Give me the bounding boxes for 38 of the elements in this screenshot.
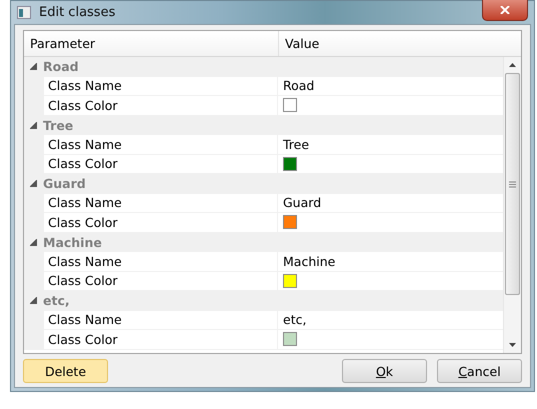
color-swatch[interactable] (283, 98, 297, 112)
window-title: Edit classes (39, 5, 116, 20)
expand-icon[interactable] (30, 297, 37, 304)
property-label: Class Name (44, 252, 278, 270)
scrollbar[interactable] (503, 57, 521, 353)
color-swatch[interactable] (283, 215, 297, 230)
column-header[interactable]: Parameter (24, 31, 279, 56)
color-swatch[interactable] (283, 274, 297, 288)
scroll-up-icon[interactable] (509, 63, 516, 67)
delete-button[interactable]: Delete (23, 359, 108, 383)
property-label: Class Color (44, 330, 278, 348)
property-value[interactable]: Machine (278, 252, 503, 270)
property-label: Class Name (44, 310, 278, 329)
window-icon (17, 6, 31, 19)
property-label: Class Color (44, 96, 278, 114)
column-header[interactable]: Value (279, 31, 521, 56)
expand-icon[interactable] (30, 122, 37, 129)
cancel-button[interactable]: Cancel (437, 359, 522, 383)
expand-icon[interactable] (30, 180, 37, 188)
property-label: Class Name (44, 194, 278, 212)
scroll-down-icon[interactable] (509, 343, 516, 347)
expand-icon[interactable] (30, 238, 37, 246)
expand-icon[interactable] (30, 63, 37, 70)
close-button[interactable] (482, 0, 528, 21)
property-label: Class Name (44, 135, 278, 154)
property-value[interactable]: etc, (278, 310, 503, 329)
property-label: Class Color (44, 213, 278, 232)
color-swatch[interactable] (283, 156, 297, 171)
close-icon (499, 6, 511, 14)
property-label: Class Color (44, 154, 278, 173)
property-label: Class Color (44, 272, 278, 290)
property-label: Class Name (44, 76, 278, 95)
scroll-thumb[interactable] (505, 73, 520, 295)
ok-button[interactable]: Ok (342, 359, 427, 383)
property-value[interactable]: Tree (278, 135, 503, 154)
color-swatch[interactable] (283, 332, 297, 346)
property-value[interactable]: Road (278, 76, 503, 95)
property-value[interactable]: Guard (278, 194, 503, 212)
